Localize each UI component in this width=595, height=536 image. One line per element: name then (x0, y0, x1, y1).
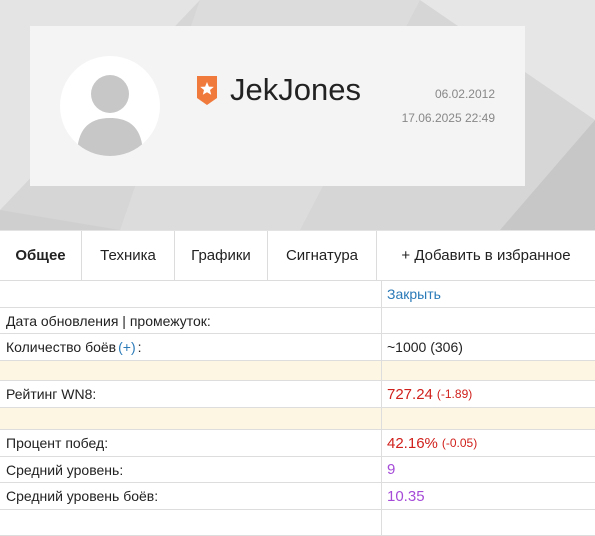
wn8-value: 727.24 (387, 385, 433, 403)
table-cell (0, 361, 382, 380)
battles-label-colon: : (137, 339, 142, 355)
avg-tier-battles-label: Средний уровень боёв: (0, 483, 382, 509)
winrate-label: Процент побед: (0, 430, 382, 456)
table-row: Процент побед: 42.16% (-0.05) (0, 430, 595, 457)
update-label: Дата обновления | промежуток: (0, 308, 382, 333)
winrate-value-cell: 42.16% (-0.05) (382, 430, 595, 456)
registered-date: 06.02.2012 (434, 87, 495, 101)
tab-vehicles[interactable]: Техника (82, 231, 175, 280)
table-cell (0, 510, 382, 535)
tab-bar: Общее Техника Графики Сигнатура + Добави… (0, 230, 595, 281)
table-row: Средний уровень: 9 (0, 457, 595, 483)
table-cell (382, 510, 595, 535)
avg-tier-value-cell: 9 (382, 457, 595, 482)
battles-plus-link[interactable]: (+) (118, 339, 136, 355)
table-cell (0, 281, 382, 307)
close-link[interactable]: Закрыть (387, 286, 441, 302)
table-cell (382, 408, 595, 429)
table-row: Рейтинг WN8: 727.24 (-1.89) (0, 381, 595, 408)
wn8-label: Рейтинг WN8: (0, 381, 382, 407)
table-cell (0, 408, 382, 429)
add-to-favorites-button[interactable]: + Добавить в избранное (377, 231, 595, 280)
last-battle-date: 17.06.2025 22:49 (401, 111, 495, 125)
table-spacer-row (0, 361, 595, 381)
profile-banner: JekJones 06.02.2012 17.06.2025 22:49 (0, 0, 595, 230)
table-row: Дата обновления | промежуток: (0, 308, 595, 334)
avg-tier-label: Средний уровень: (0, 457, 382, 482)
tab-charts[interactable]: Графики (175, 231, 268, 280)
table-cell: Закрыть (382, 281, 595, 307)
tab-signature[interactable]: Сигнатура (268, 231, 377, 280)
update-value (382, 308, 595, 333)
table-row: Количество боёв (+) : ~1000 (306) (0, 334, 595, 361)
battles-label: Количество боёв (+) : (0, 334, 382, 360)
avatar (60, 56, 160, 156)
winrate-delta: (-0.05) (441, 436, 478, 450)
table-row (0, 510, 595, 536)
profile-card: JekJones 06.02.2012 17.06.2025 22:49 (30, 26, 525, 186)
wn8-value-cell: 727.24 (-1.89) (382, 381, 595, 407)
battles-label-text: Количество боёв (6, 339, 117, 355)
avg-tier-value: 9 (387, 461, 396, 478)
wn8-delta: (-1.89) (436, 387, 473, 401)
username: JekJones (230, 72, 361, 107)
winrate-value: 42.16% (387, 434, 438, 452)
star-badge-icon (197, 76, 217, 105)
table-row: Закрыть (0, 281, 595, 308)
stats-table: Закрыть Дата обновления | промежуток: Ко… (0, 281, 595, 536)
battles-value: ~1000 (306) (387, 339, 463, 355)
tab-general[interactable]: Общее (0, 231, 82, 280)
table-row: Средний уровень боёв: 10.35 (0, 483, 595, 510)
table-spacer-row (0, 408, 595, 430)
table-cell (382, 361, 595, 380)
avg-tier-battles-value-cell: 10.35 (382, 483, 595, 509)
user-silhouette-icon (77, 75, 143, 156)
avg-tier-battles-value: 10.35 (387, 487, 425, 505)
